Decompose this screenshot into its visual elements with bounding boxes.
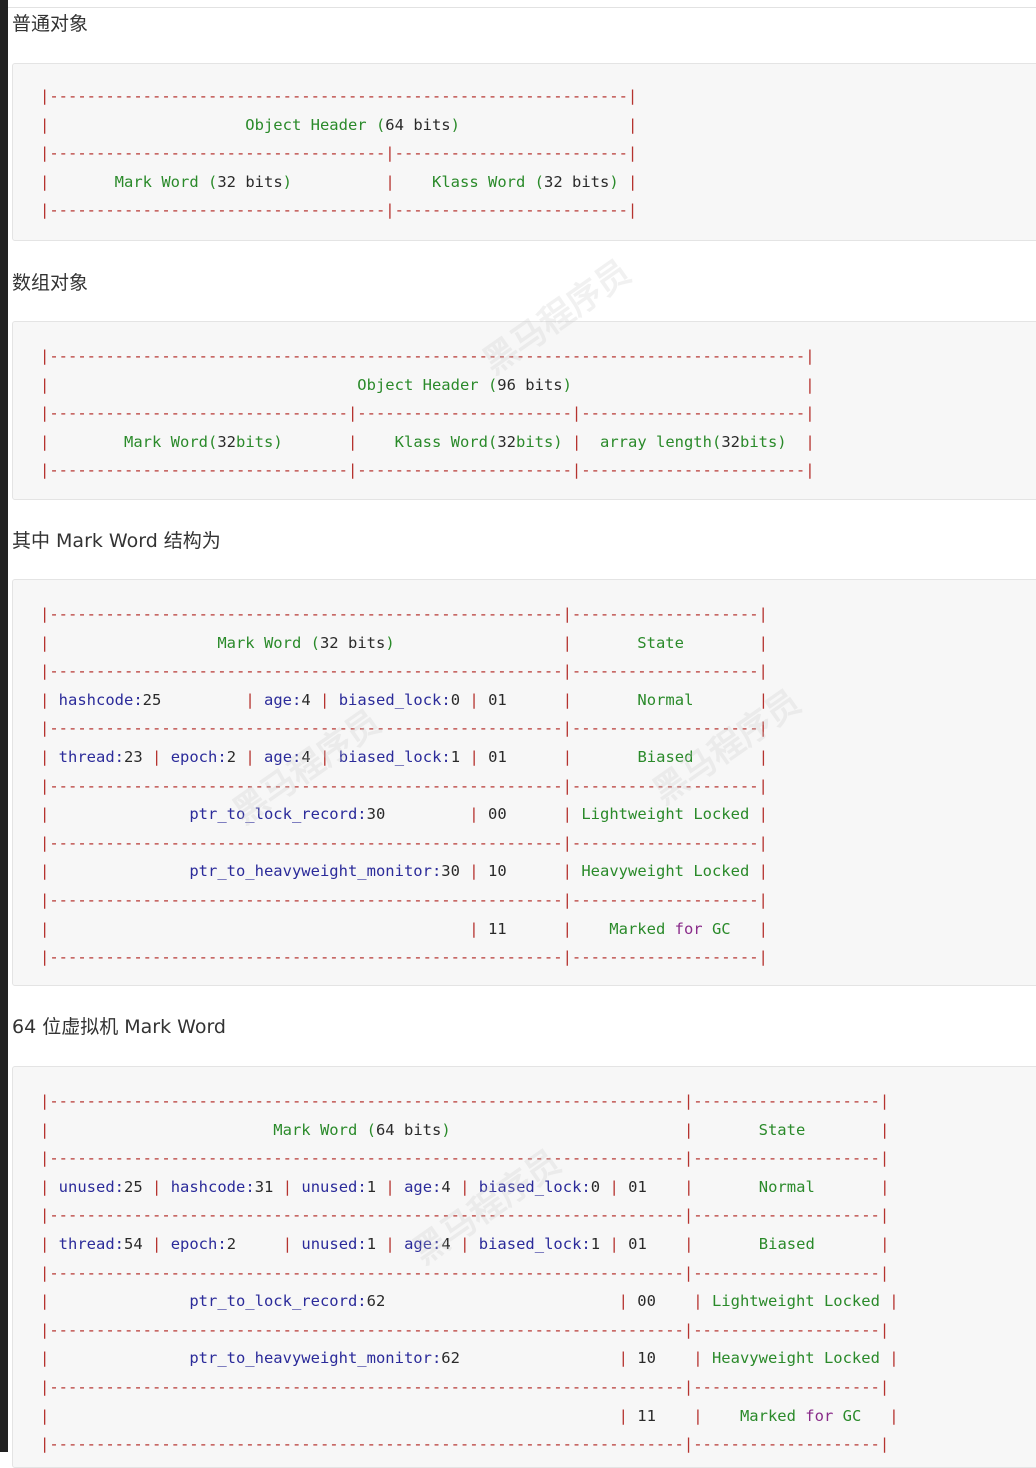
left-edge-bar [0, 0, 8, 1452]
top-border [0, 0, 1036, 8]
heading-normal-object: 普通对象 [12, 13, 89, 35]
code-block-normal-object: |---------------------------------------… [12, 63, 1036, 241]
code-block-array-object: |---------------------------------------… [12, 321, 1036, 500]
heading-mark-word-32: 其中 Mark Word 结构为 [12, 530, 221, 552]
code-text-mark-word-64: |---------------------------------------… [40, 1092, 899, 1454]
code-text-normal-object: |---------------------------------------… [40, 87, 638, 220]
heading-mark-word-64: 64 位虚拟机 Mark Word [12, 1016, 226, 1038]
code-block-mark-word-64: |---------------------------------------… [12, 1066, 1036, 1468]
heading-array-object: 数组对象 [12, 272, 89, 294]
code-block-mark-word-32: |---------------------------------------… [12, 579, 1036, 986]
code-text-array-object: |---------------------------------------… [40, 347, 815, 480]
code-text-mark-word-32: |---------------------------------------… [40, 605, 769, 967]
